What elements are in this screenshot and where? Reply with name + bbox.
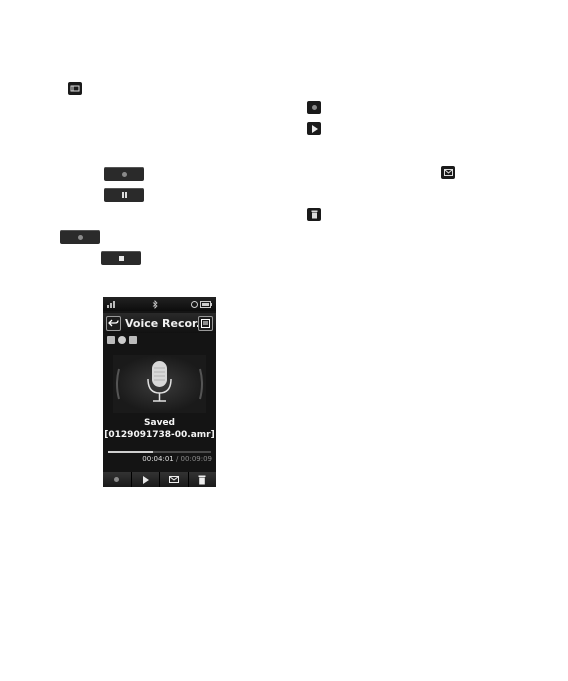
control-bar bbox=[103, 472, 216, 487]
menu-icon bbox=[68, 82, 82, 95]
memory-card-icon bbox=[129, 336, 137, 344]
battery-icon bbox=[200, 300, 212, 308]
recorder-visual bbox=[113, 355, 206, 413]
time-elapsed: 00:04:01 bbox=[142, 455, 174, 463]
pause-icon bbox=[104, 188, 144, 202]
page-title: Voice Recor... bbox=[125, 316, 198, 330]
envelope-icon bbox=[168, 476, 179, 483]
time-readout: 00:04:01 / 00:09:09 bbox=[142, 455, 212, 463]
time-separator: / bbox=[173, 455, 181, 463]
play-icon bbox=[307, 122, 321, 135]
saved-label: Saved bbox=[144, 418, 175, 428]
trash-icon bbox=[307, 208, 321, 221]
back-icon bbox=[108, 319, 119, 326]
phone-screen: Voice Recor... Saved [0129091738-00.amr] bbox=[103, 297, 216, 487]
play-icon bbox=[143, 475, 150, 484]
record-icon bbox=[307, 101, 321, 114]
envelope-icon bbox=[441, 166, 455, 179]
stop-icon bbox=[101, 251, 141, 265]
normal-mode-icon bbox=[118, 336, 126, 344]
menu-button[interactable] bbox=[198, 315, 213, 331]
record-icon bbox=[104, 167, 144, 181]
time-total: 00:09:09 bbox=[180, 455, 212, 463]
menu-icon bbox=[201, 318, 210, 328]
play-button[interactable] bbox=[132, 472, 160, 487]
signal-icon bbox=[107, 301, 115, 308]
progress-bar[interactable] bbox=[108, 451, 211, 453]
record-button[interactable] bbox=[103, 472, 132, 487]
trash-icon bbox=[198, 475, 206, 484]
mode-indicators bbox=[103, 333, 216, 347]
message-button[interactable] bbox=[160, 472, 189, 487]
bluetooth-icon bbox=[152, 299, 158, 309]
delete-button[interactable] bbox=[189, 472, 217, 487]
alarm-icon bbox=[191, 300, 198, 308]
microphone-icon bbox=[116, 361, 203, 402]
progress-fill bbox=[108, 451, 154, 453]
saved-filename: [0129091738-00.amr] bbox=[104, 430, 215, 440]
record-icon bbox=[114, 477, 120, 482]
status-bar bbox=[103, 297, 216, 311]
title-bar: Voice Recor... bbox=[103, 313, 216, 333]
storage-icon bbox=[107, 336, 115, 344]
record-icon bbox=[60, 230, 100, 244]
back-button[interactable] bbox=[106, 315, 121, 331]
